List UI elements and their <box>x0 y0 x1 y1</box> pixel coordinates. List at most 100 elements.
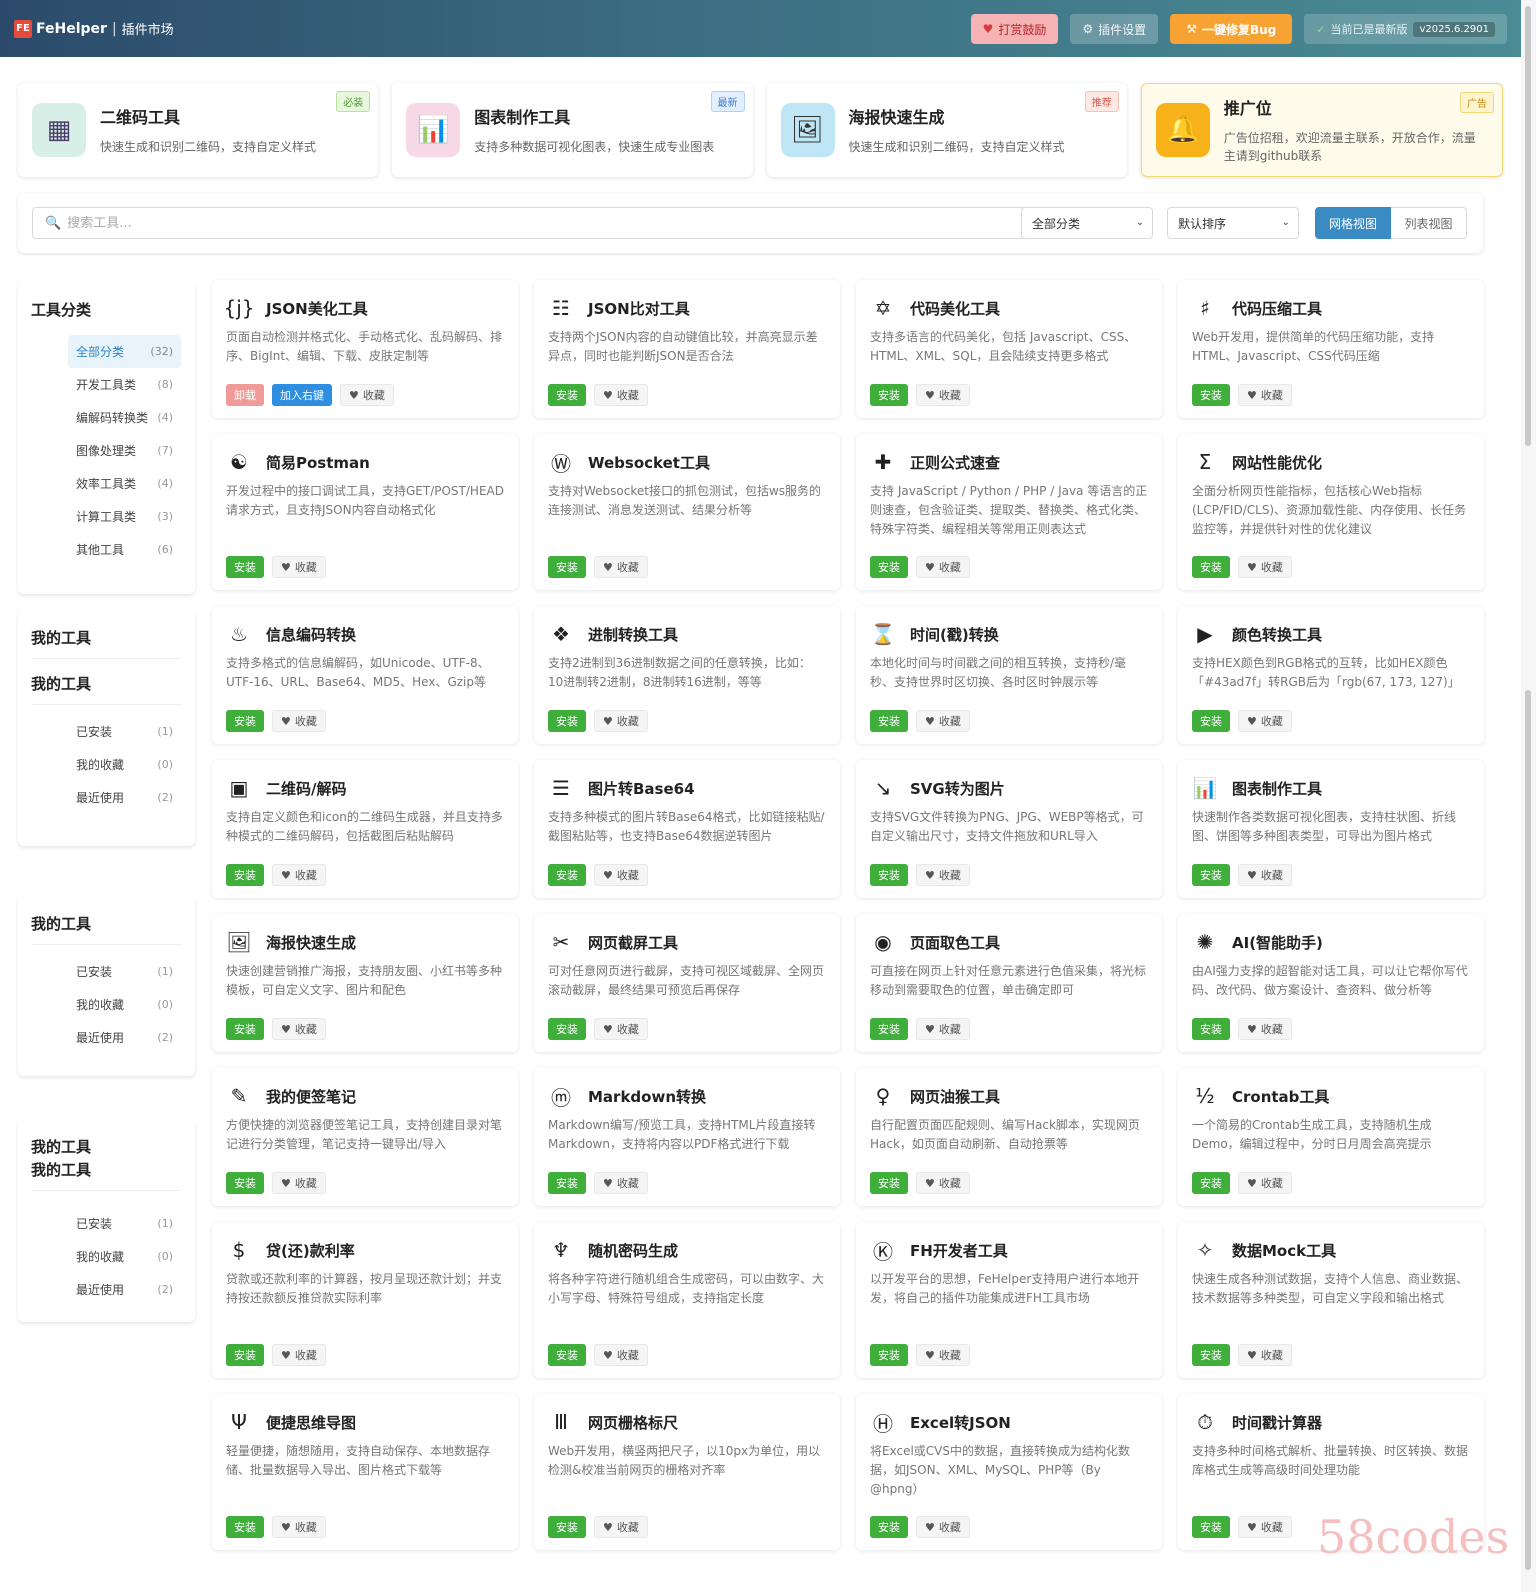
favorite-button[interactable]: ♥ 收藏 <box>594 1172 648 1194</box>
category-select[interactable]: 全部分类 ⌄ <box>1021 207 1153 239</box>
tool-name[interactable]: 便捷思维导图 <box>266 1412 356 1433</box>
favorite-button[interactable]: ♥ 收藏 <box>916 1516 970 1538</box>
favorite-button[interactable]: ♥ 收藏 <box>594 384 648 406</box>
tool-name[interactable]: 贷(还)款利率 <box>266 1240 355 1261</box>
install-button[interactable]: 安装 <box>1192 384 1230 406</box>
tool-card[interactable]: ♯ 代码压缩工具 Web开发用，提供简单的代码压缩功能，支持HTML、Javascr… <box>1178 280 1484 418</box>
favorite-button[interactable]: ♥ 收藏 <box>594 1516 648 1538</box>
favorite-button[interactable]: ♥ 收藏 <box>340 384 394 406</box>
tool-card[interactable]: ½ Crontab工具 一个简易的Crontab生成工具，支持随机生成Demo，编辑… <box>1178 1068 1484 1206</box>
favorite-button[interactable]: ♥ 收藏 <box>1238 864 1292 886</box>
featured-card-qrcode[interactable]: ▦ 二维码工具 快速生成和识别二维码，支持自定义样式 必装 <box>18 83 379 177</box>
tool-card[interactable]: {j} JSON美化工具 页面自动检测并格式化、手动格式化、乱码解码、排序、BigI… <box>212 280 518 418</box>
favorite-button[interactable]: ♥ 收藏 <box>1238 1172 1292 1194</box>
favorite-button[interactable]: ♥ 收藏 <box>594 556 648 578</box>
donate-button[interactable]: ♥ 打赏鼓励 <box>970 14 1059 44</box>
sidebar-my-tools-item[interactable]: 已安装 (1) <box>18 1207 195 1240</box>
install-button[interactable]: 安装 <box>226 1172 264 1194</box>
sidebar-category-item[interactable]: 计算工具类 (3) <box>18 500 195 533</box>
settings-button[interactable]: ⚙ 插件设置 <box>1070 14 1159 44</box>
tool-name[interactable]: 代码美化工具 <box>910 298 1000 319</box>
tool-card[interactable]: ▣ 二维码/解码 支持自定义颜色和icon的二维码生成器，并且支持多种模式的二维码解… <box>212 760 518 898</box>
tool-card[interactable]: ✎ 我的便签笔记 方便快捷的浏览器便签笔记工具，支持创建目录对笔记进行分类管理，笔记… <box>212 1068 518 1206</box>
install-button[interactable]: 安装 <box>548 1516 586 1538</box>
tool-name[interactable]: 我的便签笔记 <box>266 1086 356 1107</box>
install-button[interactable]: 安装 <box>870 1172 908 1194</box>
favorite-button[interactable]: ♥ 收藏 <box>1238 556 1292 578</box>
tool-name[interactable]: JSON比对工具 <box>588 298 690 319</box>
tool-name[interactable]: 网页截屏工具 <box>588 932 678 953</box>
favorite-button[interactable]: ♥ 收藏 <box>1238 1018 1292 1040</box>
favorite-button[interactable]: ♥ 收藏 <box>594 710 648 732</box>
install-button[interactable]: 安装 <box>870 1516 908 1538</box>
list-view-button[interactable]: 列表视图 <box>1391 207 1467 239</box>
tool-card[interactable]: ♨ 信息编码转换 支持多格式的信息编解码，如Unicode、UTF-8、UTF-16… <box>212 606 518 744</box>
tool-card[interactable]: ✂ 网页截屏工具 可对任意网页进行截屏，支持可视区域截屏、全网页滚动截屏，最终结果可… <box>534 914 840 1052</box>
install-button[interactable]: 安装 <box>548 384 586 406</box>
install-button[interactable]: 安装 <box>226 1344 264 1366</box>
brand[interactable]: FE FeHelper | 插件市场 <box>14 19 174 38</box>
tool-name[interactable]: 二维码/解码 <box>266 778 346 799</box>
favorite-button[interactable]: ♥ 收藏 <box>916 864 970 886</box>
favorite-button[interactable]: ♥ 收藏 <box>916 556 970 578</box>
tool-name[interactable]: 数据Mock工具 <box>1232 1240 1336 1261</box>
install-button[interactable]: 安装 <box>548 1172 586 1194</box>
tool-name[interactable]: 网页油猴工具 <box>910 1086 1000 1107</box>
tool-name[interactable]: 时间戳计算器 <box>1232 1412 1322 1433</box>
favorite-button[interactable]: ♥ 收藏 <box>916 1018 970 1040</box>
sidebar-category-item[interactable]: 开发工具类 (8) <box>18 368 195 401</box>
tool-name[interactable]: Markdown转换 <box>588 1086 706 1107</box>
favorite-button[interactable]: ♥ 收藏 <box>272 864 326 886</box>
sidebar-my-tools-item[interactable]: 最近使用 (2) <box>18 1021 195 1054</box>
sidebar-my-tools-item[interactable]: 我的收藏 (0) <box>18 1240 195 1273</box>
favorite-button[interactable]: ♥ 收藏 <box>272 1018 326 1040</box>
tool-name[interactable]: 网站性能优化 <box>1232 452 1322 473</box>
sidebar-category-item[interactable]: 全部分类 (32) <box>68 335 181 368</box>
tool-card[interactable]: ✧ 数据Mock工具 快速生成各种测试数据，支持个人信息、商业数据、技术数据等多种类… <box>1178 1222 1484 1378</box>
scrollbar-thumb-secondary[interactable] <box>1525 690 1531 1570</box>
tool-name[interactable]: FH开发者工具 <box>910 1240 1008 1261</box>
featured-card-ad[interactable]: 🔔 推广位 广告位招租，欢迎流量主联系，开放合作，流量主请到github联系 广… <box>1140 83 1503 177</box>
install-button[interactable]: 安装 <box>870 1018 908 1040</box>
tool-card[interactable]: Ⅲ 网页栅格标尺 Web开发用，横竖两把尺子，以10px为单位，用以检测&校准当前网… <box>534 1394 840 1550</box>
install-button[interactable]: 安装 <box>870 864 908 886</box>
favorite-button[interactable]: ♥ 收藏 <box>916 1344 970 1366</box>
tool-name[interactable]: 简易Postman <box>266 452 370 473</box>
sidebar-category-item[interactable]: 其他工具 (6) <box>18 533 195 566</box>
install-button[interactable]: 安装 <box>548 1018 586 1040</box>
tool-card[interactable]: ❖ 进制转换工具 支持2进制到36进制数据之间的任意转换，比如：10进制转2进制，8… <box>534 606 840 744</box>
sidebar-my-tools-item[interactable]: 我的收藏 (0) <box>18 988 195 1021</box>
favorite-button[interactable]: ♥ 收藏 <box>272 710 326 732</box>
install-button[interactable]: 安装 <box>1192 1172 1230 1194</box>
tool-card[interactable]: Ⓗ Excel转JSON 将Excel或CVS中的数据，直接转换成为结构化数据，如J… <box>856 1394 1162 1550</box>
install-button[interactable]: 安装 <box>548 864 586 886</box>
tool-name[interactable]: 时间(戳)转换 <box>910 624 999 645</box>
tool-name[interactable]: 网页栅格标尺 <box>588 1412 678 1433</box>
install-button[interactable]: 安装 <box>1192 1516 1230 1538</box>
tool-card[interactable]: Σ 网站性能优化 全面分析网页性能指标，包括核心Web指标(LCP/FID/CLS)… <box>1178 434 1484 590</box>
sidebar-my-tools-item[interactable]: 最近使用 (2) <box>18 1273 195 1306</box>
install-button[interactable]: 安装 <box>870 710 908 732</box>
tool-card[interactable]: ☰ 图片转Base64 支持多种模式的图片转Base64格式，比如链接粘贴/截图粘贴… <box>534 760 840 898</box>
install-button[interactable]: 安装 <box>1192 556 1230 578</box>
install-button[interactable]: 安装 <box>1192 710 1230 732</box>
favorite-button[interactable]: ♥ 收藏 <box>1238 710 1292 732</box>
tool-card[interactable]: ☯ 简易Postman 开发过程中的接口调试工具，支持GET/POST/HEAD请求… <box>212 434 518 590</box>
tool-name[interactable]: 图表制作工具 <box>1232 778 1322 799</box>
sidebar-my-tools-item[interactable]: 已安装 (1) <box>18 715 195 748</box>
install-button[interactable]: 安装 <box>226 556 264 578</box>
tool-card[interactable]: ⓜ Markdown转换 Markdown编写/预览工具，支持HTML片段直接转Ma… <box>534 1068 840 1206</box>
install-button[interactable]: 安装 <box>226 1018 264 1040</box>
tool-card[interactable]: $ 贷(还)款利率 贷款或还款利率的计算器，按月呈现还款计划；并支持按还款额反推贷款… <box>212 1222 518 1378</box>
tool-name[interactable]: AI(智能助手) <box>1232 932 1323 953</box>
tool-card[interactable]: ☷ JSON比对工具 支持两个JSON内容的自动键值比较，并高亮显示差异点，同时也能… <box>534 280 840 418</box>
featured-card-chart[interactable]: 📊 图表制作工具 支持多种数据可视化图表，快速生成专业图表 最新 <box>392 83 753 177</box>
tool-name[interactable]: 颜色转换工具 <box>1232 624 1322 645</box>
favorite-button[interactable]: ♥ 收藏 <box>1238 384 1292 406</box>
tool-name[interactable]: Crontab工具 <box>1232 1086 1329 1107</box>
sidebar-my-tools-item[interactable]: 最近使用 (2) <box>18 781 195 814</box>
sidebar-my-tools-item[interactable]: 我的收藏 (0) <box>18 748 195 781</box>
tool-name[interactable]: Excel转JSON <box>910 1412 1011 1433</box>
favorite-button[interactable]: ♥ 收藏 <box>272 1172 326 1194</box>
featured-card-poster[interactable]: 🖼 海报快速生成 快速生成和识别二维码，支持自定义样式 推荐 <box>766 83 1127 177</box>
